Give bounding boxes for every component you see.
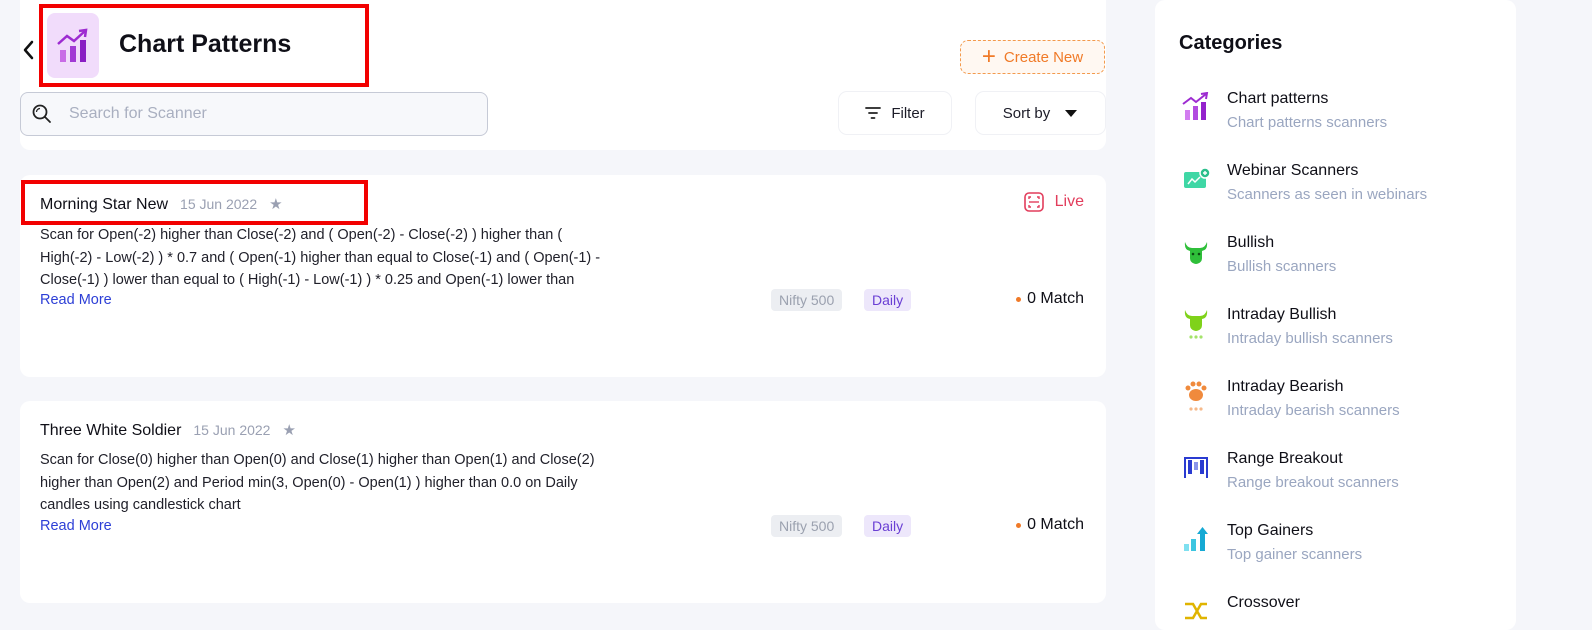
read-more-link[interactable]: Read More — [40, 518, 112, 534]
sidebar-item-crossover[interactable]: Crossover — [1179, 594, 1499, 630]
status-dot — [1016, 296, 1022, 302]
category-name: Intraday Bullish — [1227, 306, 1337, 323]
plus-icon: + — [981, 43, 996, 70]
main-panel: Chart Patterns + Create New Filter Sort … — [0, 0, 1120, 630]
scanner-title-row: Morning Star New 15 Jun 2022 ★ — [40, 195, 283, 214]
scanner-name[interactable]: Morning Star New — [40, 196, 168, 214]
range-breakout-icon — [1179, 450, 1213, 484]
sidebar-item-intraday-bullish[interactable]: Intraday Bullish Intraday bullish scanne… — [1179, 306, 1499, 362]
category-name: Top Gainers — [1227, 522, 1314, 539]
category-name: Intraday Bearish — [1227, 378, 1344, 395]
sidebar-item-intraday-bearish[interactable]: Intraday Bearish Intraday bearish scanne… — [1179, 378, 1499, 434]
star-icon[interactable]: ★ — [282, 421, 295, 439]
category-subtitle: Intraday bullish scanners — [1227, 330, 1393, 347]
category-subtitle: Top gainer scanners — [1227, 546, 1363, 563]
sidebar-title: Categories — [1179, 32, 1283, 54]
timeframe-tag: Daily — [864, 515, 912, 537]
create-new-label: Create New — [1003, 48, 1084, 66]
scanner-date: 15 Jun 2022 — [193, 422, 271, 438]
search-icon — [32, 104, 51, 123]
scanner-card[interactable]: Morning Star New 15 Jun 2022 ★ Live Scan… — [20, 175, 1106, 377]
bull-icon — [1179, 234, 1213, 268]
description-line: higher than Open(2) and Period min(3, Op… — [40, 474, 578, 491]
caret-down-icon — [1065, 109, 1078, 117]
page-title: Chart Patterns — [119, 30, 292, 58]
description-line: High(-2) - Low(-2) ) * 0.7 and ( Open(-1… — [40, 249, 601, 266]
category-name: Webinar Scanners — [1227, 162, 1359, 179]
description-line: Scan for Close(0) higher than Open(0) an… — [40, 452, 595, 468]
universe-tag: Nifty 500 — [771, 515, 843, 537]
category-subtitle: Bullish scanners — [1227, 258, 1337, 275]
live-label: Live — [1054, 193, 1084, 210]
crossover-icon — [1179, 594, 1213, 628]
create-new-button[interactable]: + Create New — [960, 40, 1105, 74]
filter-button[interactable]: Filter — [839, 92, 951, 134]
description-line: candles using candlestick chart — [40, 497, 241, 513]
description-line: Close(-1) ) lower than equal to ( High(-… — [40, 272, 575, 288]
sidebar-item-bullish[interactable]: Bullish Bullish scanners — [1179, 234, 1499, 290]
chart-patterns-icon — [1179, 90, 1213, 124]
match-label: 0 Match — [1027, 290, 1084, 307]
top-gainers-icon — [1179, 522, 1213, 556]
sidebar-item-range-breakout[interactable]: Range Breakout Range breakout scanners — [1179, 450, 1499, 506]
scanner-date: 15 Jun 2022 — [180, 196, 258, 212]
chart-patterns-title-icon — [47, 13, 99, 78]
sort-by-dropdown[interactable]: Sort by — [976, 92, 1105, 134]
live-status: Live — [1023, 191, 1084, 213]
sidebar-item-chart-patterns[interactable]: Chart patterns Chart patterns scanners — [1179, 90, 1499, 146]
category-subtitle: Chart patterns scanners — [1227, 114, 1388, 131]
scanner-description: Scan for Open(-2) higher than Close(-2) … — [40, 224, 710, 292]
scanner-title-row: Three White Soldier 15 Jun 2022 ★ — [40, 421, 296, 440]
bear-paw-icon — [1179, 378, 1213, 412]
category-name: Bullish — [1227, 234, 1275, 251]
live-scan-icon — [1023, 192, 1044, 212]
match-label: 0 Match — [1027, 516, 1084, 533]
description-line: Scan for Open(-2) higher than Close(-2) … — [40, 227, 563, 243]
star-icon[interactable]: ★ — [269, 195, 282, 213]
universe-tag: Nifty 500 — [771, 289, 843, 311]
scanner-name[interactable]: Three White Soldier — [40, 422, 181, 440]
category-subtitle: Scanners as seen in webinars — [1227, 186, 1428, 203]
intraday-bull-icon — [1179, 306, 1213, 340]
categories-sidebar: Categories Chart patterns Chart patterns… — [1155, 0, 1516, 630]
category-subtitle: Intraday bearish scanners — [1227, 402, 1400, 419]
category-subtitle: Range breakout scanners — [1227, 474, 1399, 491]
match-count: 0 Match — [1016, 290, 1084, 308]
chevron-left-icon — [23, 40, 34, 60]
search-input[interactable] — [69, 105, 469, 123]
filter-icon — [865, 107, 882, 119]
timeframe-tag: Daily — [864, 289, 912, 311]
back-button[interactable] — [18, 38, 38, 62]
sidebar-item-webinar-scanners[interactable]: Webinar Scanners Scanners as seen in web… — [1179, 162, 1499, 218]
match-count: 0 Match — [1016, 516, 1084, 534]
status-dot — [1016, 522, 1022, 528]
category-name: Chart patterns — [1227, 90, 1329, 107]
category-name: Crossover — [1227, 594, 1300, 611]
filter-label: Filter — [891, 104, 925, 122]
read-more-link[interactable]: Read More — [40, 292, 112, 308]
scanner-description: Scan for Close(0) higher than Open(0) an… — [40, 449, 710, 517]
webinar-icon — [1179, 162, 1213, 196]
sidebar-item-top-gainers[interactable]: Top Gainers Top gainer scanners — [1179, 522, 1499, 578]
category-name: Range Breakout — [1227, 450, 1343, 467]
sort-by-label: Sort by — [1002, 104, 1051, 122]
search-box[interactable] — [20, 92, 488, 136]
scanner-card[interactable]: Three White Soldier 15 Jun 2022 ★ Scan f… — [20, 401, 1106, 603]
